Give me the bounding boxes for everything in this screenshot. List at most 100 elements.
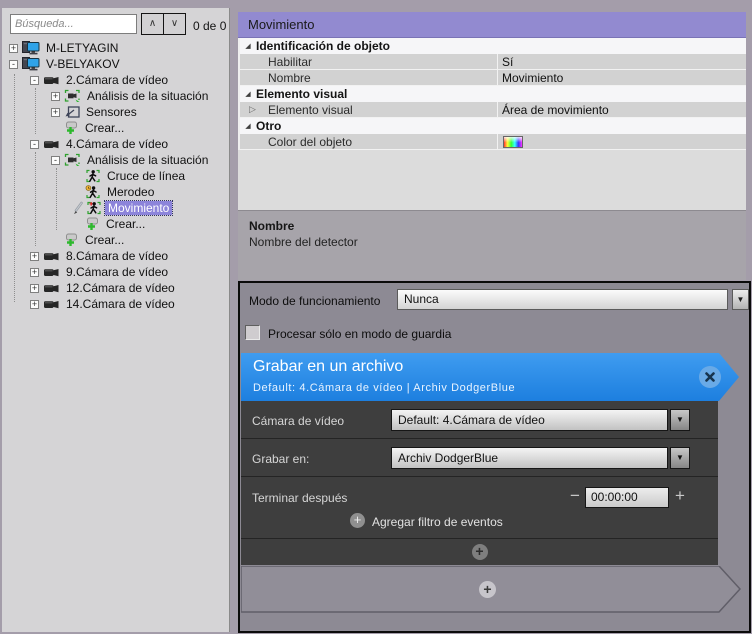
category-expand-icon[interactable]: ◢ [240,122,256,130]
device-tree: +M-LETYAGIN-V-BELYAKOV-2.Cámara de vídeo… [2,40,229,312]
tree-item-2-cámara-de-vídeo[interactable]: - 2.Cámara de vídeo [2,72,229,88]
expander-spacer [72,220,81,229]
expander-icon[interactable]: + [30,300,39,309]
tree-item-m-letyagin[interactable]: + M-LETYAGIN [2,40,229,56]
operation-mode-dropdown[interactable]: Nunca [397,289,728,310]
tree-item-4-cámara-de-vídeo[interactable]: - 4.Cámara de vídeo [2,136,229,152]
camera-dropdown-arrow-icon[interactable]: ▼ [670,409,690,431]
expander-icon[interactable]: + [9,44,18,53]
tree-item-cruce-de-línea[interactable]: Cruce de línea [2,168,229,184]
tree-item-14-cámara-de-vídeo[interactable]: +14.Cámara de vídeo [2,296,229,312]
sensor-icon [64,106,80,119]
expander-icon[interactable]: - [30,140,39,149]
duration-increment-button[interactable]: + [675,486,685,506]
search-next-button[interactable]: ∨ [163,13,186,35]
operation-mode-dropdown-arrow-icon[interactable]: ▼ [732,289,749,310]
property-value[interactable]: Sí [498,54,746,69]
category-row-identification[interactable]: ◢ Identificación de objeto [240,38,746,54]
expander-icon[interactable]: - [9,60,18,69]
tree-item-label: M-LETYAGIN [43,41,121,55]
property-row-habilitar[interactable]: Habilitar Sí [240,54,746,70]
tree-item-label: Análisis de la situación [84,153,211,167]
add-action-icon[interactable]: + [472,544,488,560]
tree-item-crear[interactable]: Crear... [2,232,229,248]
duration-value-field[interactable]: 00:00:00 [585,487,669,508]
expander-icon[interactable]: + [51,92,60,101]
category-expand-icon[interactable]: ◢ [240,42,256,50]
situation-analysis-icon [64,153,81,167]
duration-decrement-button[interactable]: − [570,486,580,506]
tree-item-merodeo[interactable]: Merodeo [2,184,229,200]
camera-field-label: Cámara de vídeo [252,414,344,428]
application-window: ∧ ∨ 0 de 0 +M-LETYAGIN-V-BELYAKOV-2.Cáma… [0,0,752,634]
archive-dropdown[interactable]: Archiv DodgerBlue [391,447,668,469]
tree-item-crear[interactable]: Crear... [2,120,229,136]
expander-icon[interactable]: - [30,76,39,85]
macro-action-panel: Modo de funcionamiento Nunca ▼ Procesar … [238,281,751,633]
expander-icon[interactable]: - [51,156,60,165]
expander-icon[interactable]: + [30,284,39,293]
property-panel-title: Movimiento [238,12,746,38]
property-value[interactable]: Área de movimiento [498,102,746,117]
guard-mode-checkbox[interactable] [245,325,260,340]
expander-spacer [72,172,81,181]
camera-icon [43,266,60,279]
camera-dropdown[interactable]: Default: 4.Cámara de vídeo [391,409,668,431]
duration-label: Terminar después [252,491,347,505]
expander-spacer [72,188,81,197]
tree-item-v-belyakov[interactable]: - V-BELYAKOV [2,56,229,72]
close-action-button[interactable] [699,366,721,388]
tree-item-label: 2.Cámara de vídeo [63,73,171,87]
tree-item-8-cámara-de-vídeo[interactable]: +8.Cámara de vídeo [2,248,229,264]
tree-item-label: Crear... [103,217,148,231]
description-text: Nombre del detector [249,235,735,249]
operation-mode-label: Modo de funcionamiento [249,294,380,308]
tree-item-label: 9.Cámara de vídeo [63,265,171,279]
add-action-row: + [241,539,718,565]
tree-item-análisis-de-la-situación[interactable]: +Análisis de la situación [2,88,229,104]
property-row-nombre[interactable]: Nombre Movimiento [240,70,746,86]
guard-mode-label: Procesar sólo en modo de guardia [268,327,451,341]
archive-dropdown-arrow-icon[interactable]: ▼ [670,447,690,469]
add-event-filter-label[interactable]: Agregar filtro de eventos [372,515,503,529]
search-previous-button[interactable]: ∧ [141,13,164,35]
property-panel: Movimiento ◢ Identificación de objeto Ha… [238,12,746,280]
add-macro-icon[interactable]: + [479,581,496,598]
person-clock-icon [85,185,101,199]
property-grid: ◢ Identificación de objeto Habilitar Sí … [238,38,746,150]
tree-item-sensores[interactable]: +Sensores [2,104,229,120]
tree-item-label: 4.Cámara de vídeo [63,137,171,151]
tree-item-label: V-BELYAKOV [43,57,123,71]
row-expand-icon[interactable]: ▷ [249,104,256,115]
tree-item-label: Cruce de línea [104,169,188,183]
tree-item-label: Merodeo [104,185,157,199]
category-row-visual[interactable]: ◢ Elemento visual [240,86,746,102]
object-color-swatch[interactable] [503,136,523,148]
create-icon [64,233,79,247]
tree-item-9-cámara-de-vídeo[interactable]: +9.Cámara de vídeo [2,264,229,280]
expander-icon[interactable]: + [30,252,39,261]
tree-item-análisis-de-la-situación[interactable]: - Análisis de la situación [2,152,229,168]
description-title: Nombre [249,219,735,233]
tree-item-label: 8.Cámara de vídeo [63,249,171,263]
category-row-otro[interactable]: ◢ Otro [240,118,746,134]
category-expand-icon[interactable]: ◢ [240,90,256,98]
device-tree-panel: ∧ ∨ 0 de 0 +M-LETYAGIN-V-BELYAKOV-2.Cáma… [2,8,230,632]
search-input[interactable] [10,14,137,34]
computer-icon [22,57,40,71]
property-row-elemento-visual[interactable]: ▷ Elemento visual Área de movimiento [240,102,746,118]
camera-icon [43,74,60,87]
record-action-card-header: Grabar en un archivo Default: 4.Cámara d… [241,353,739,401]
tree-item-label: 12.Cámara de vídeo [63,281,178,295]
add-filter-icon[interactable]: + [350,513,365,528]
tree-item-12-cámara-de-vídeo[interactable]: +12.Cámara de vídeo [2,280,229,296]
expander-icon[interactable]: + [30,268,39,277]
expander-icon[interactable]: + [51,108,60,117]
property-row-color[interactable]: Color del objeto [240,134,746,150]
property-value[interactable]: Movimiento [498,70,746,85]
tree-item-crear[interactable]: Crear... [2,216,229,232]
tree-item-movimiento[interactable]: Movimiento [2,200,229,216]
add-macro-band[interactable]: + [241,566,741,613]
camera-icon [43,138,60,151]
record-action-title: Grabar en un archivo [253,358,403,376]
